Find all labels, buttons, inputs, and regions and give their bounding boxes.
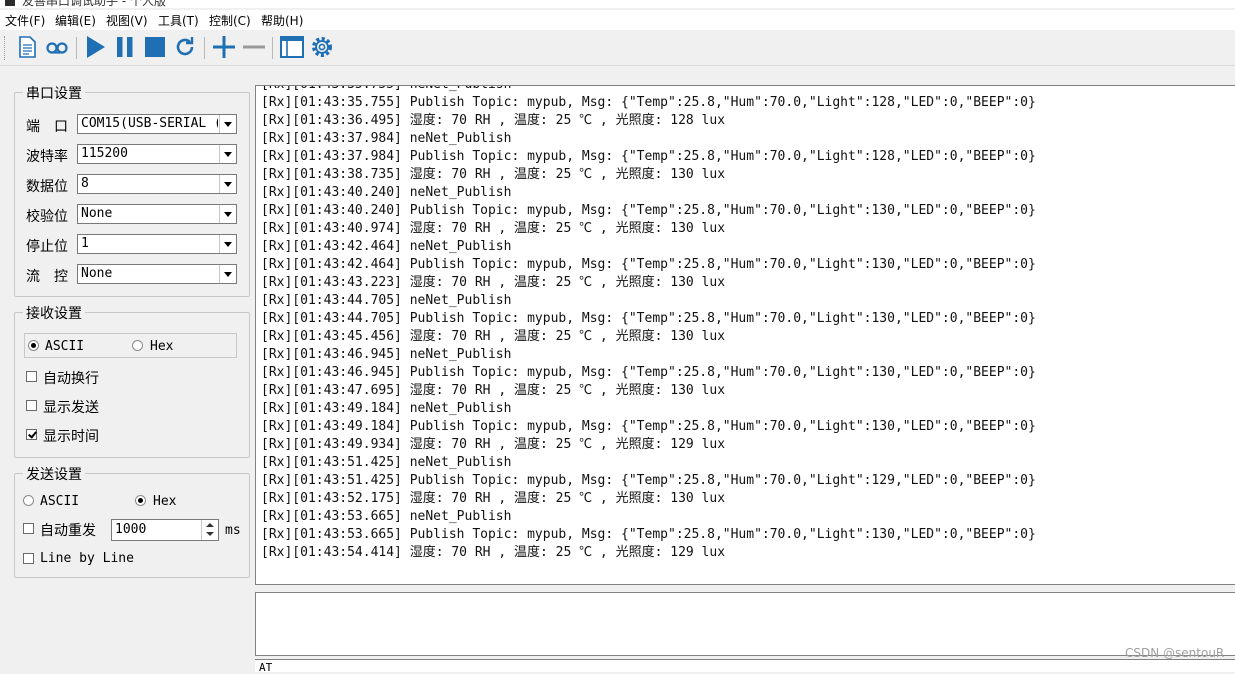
port-select[interactable]: COM15(USB-SERIAL ( xyxy=(77,114,237,134)
parity-select[interactable]: None xyxy=(77,204,237,224)
receive-hex-label[interactable]: Hex xyxy=(150,339,173,354)
line-by-line-label[interactable]: Line by Line xyxy=(40,551,134,566)
log-line: [Rx][01:43:40.974] 湿度: 70 RH , 温度: 25 ℃ … xyxy=(261,221,726,236)
send-history-field[interactable]: AT xyxy=(255,659,1235,674)
send-hex-radio[interactable] xyxy=(135,495,146,506)
log-line: [Rx][01:43:54.414] 湿度: 70 RH , 温度: 25 ℃ … xyxy=(261,545,726,560)
toolbar-grip[interactable] xyxy=(4,36,8,60)
log-line: [Rx][01:43:43.223] 湿度: 70 RH , 温度: 25 ℃ … xyxy=(261,275,726,290)
log-line: [Rx][01:43:42.464] neNet_Publish xyxy=(261,239,512,254)
stop-icon[interactable] xyxy=(142,34,168,60)
chevron-down-icon[interactable] xyxy=(219,205,236,223)
settings-icon[interactable] xyxy=(309,34,335,60)
flow-select[interactable]: None xyxy=(77,264,237,284)
toolbar-separator xyxy=(204,37,205,59)
log-line: [Rx][01:43:36.495] 湿度: 70 RH , 温度: 25 ℃ … xyxy=(261,113,726,128)
databits-label: 数据位 xyxy=(26,179,68,195)
window-title: 友善串口调试助手 - 个人版 xyxy=(22,0,166,8)
send-ascii-label[interactable]: ASCII xyxy=(40,494,79,509)
window-icon[interactable] xyxy=(279,34,305,60)
pause-icon[interactable] xyxy=(112,34,138,60)
log-line: [Rx][01:43:42.464] Publish Topic: mypub,… xyxy=(261,257,1036,272)
record-icon[interactable] xyxy=(44,34,70,60)
receive-log-lines: [Rx][01:43:35.755] neNet_Publish[Rx][01:… xyxy=(261,86,1036,562)
parity-label: 校验位 xyxy=(26,209,68,225)
show-time-label[interactable]: 显示时间 xyxy=(43,426,99,446)
resend-interval-stepper[interactable]: 1000 xyxy=(111,519,219,541)
log-line: [Rx][01:43:51.425] Publish Topic: mypub,… xyxy=(261,473,1036,488)
auto-wrap-label[interactable]: 自动换行 xyxy=(43,368,99,388)
log-line: [Rx][01:43:49.934] 湿度: 70 RH , 温度: 25 ℃ … xyxy=(261,437,726,452)
new-doc-icon[interactable] xyxy=(14,34,40,60)
toolbar xyxy=(0,31,1235,66)
log-line: [Rx][01:43:46.945] Publish Topic: mypub,… xyxy=(261,365,1036,380)
send-input-area[interactable] xyxy=(255,592,1235,656)
menu-help[interactable]: 帮助(H) xyxy=(261,12,303,29)
chevron-down-icon[interactable] xyxy=(219,265,236,283)
log-line: [Rx][01:43:53.665] neNet_Publish xyxy=(261,509,512,524)
add-icon[interactable] xyxy=(211,34,237,60)
menu-tools[interactable]: 工具(T) xyxy=(158,12,199,29)
chevron-down-icon[interactable] xyxy=(219,115,236,133)
send-hex-label[interactable]: Hex xyxy=(153,494,176,509)
menu-control[interactable]: 控制(C) xyxy=(209,12,251,29)
receive-log-area[interactable]: [Rx][01:43:35.755] neNet_Publish[Rx][01:… xyxy=(255,85,1235,585)
log-line: [Rx][01:43:40.240] Publish Topic: mypub,… xyxy=(261,203,1036,218)
log-line: [Rx][01:43:49.184] neNet_Publish xyxy=(261,401,512,416)
log-line: [Rx][01:43:52.175] 湿度: 70 RH , 温度: 25 ℃ … xyxy=(261,491,726,506)
show-send-checkbox[interactable] xyxy=(26,400,37,411)
baud-label: 波特率 xyxy=(26,149,68,165)
databits-select[interactable]: 8 xyxy=(77,174,237,194)
menu-bar: 文件(F) 编辑(E) 视图(V) 工具(T) 控制(C) 帮助(H) xyxy=(0,10,1235,30)
log-line: [Rx][01:43:53.665] Publish Topic: mypub,… xyxy=(261,527,1036,542)
log-line: [Rx][01:43:47.695] 湿度: 70 RH , 温度: 25 ℃ … xyxy=(261,383,726,398)
log-line: [Rx][01:43:44.705] neNet_Publish xyxy=(261,293,512,308)
auto-resend-label[interactable]: 自动重发 xyxy=(40,520,96,540)
show-send-label[interactable]: 显示发送 xyxy=(43,397,99,417)
refresh-icon[interactable] xyxy=(172,34,198,60)
send-settings-title: 发送设置 xyxy=(23,464,85,484)
chevron-down-icon[interactable] xyxy=(219,145,236,163)
minus-icon[interactable] xyxy=(241,34,267,60)
auto-wrap-checkbox[interactable] xyxy=(26,371,37,382)
receive-hex-radio[interactable] xyxy=(132,340,143,351)
auto-resend-checkbox[interactable] xyxy=(23,523,34,534)
log-line: [Rx][01:43:35.755] Publish Topic: mypub,… xyxy=(261,95,1036,110)
log-line: [Rx][01:43:49.184] Publish Topic: mypub,… xyxy=(261,419,1036,434)
menu-file[interactable]: 文件(F) xyxy=(5,12,45,29)
serial-settings-title: 串口设置 xyxy=(23,83,85,103)
log-line: [Rx][01:43:38.735] 湿度: 70 RH , 温度: 25 ℃ … xyxy=(261,167,726,182)
log-line: [Rx][01:43:40.240] neNet_Publish xyxy=(261,185,512,200)
watermark: CSDN @sentouR xyxy=(1125,646,1225,660)
send-ascii-radio[interactable] xyxy=(23,495,34,506)
receive-ascii-label[interactable]: ASCII xyxy=(45,339,84,354)
log-line: [Rx][01:43:35.755] neNet_Publish xyxy=(261,86,1036,94)
port-label: 端 口 xyxy=(26,119,68,135)
app-icon xyxy=(5,0,15,6)
menu-edit[interactable]: 编辑(E) xyxy=(55,12,96,29)
log-line: [Rx][01:43:46.945] neNet_Publish xyxy=(261,347,512,362)
receive-ascii-radio[interactable] xyxy=(28,340,39,351)
log-line: [Rx][01:43:45.456] 湿度: 70 RH , 温度: 25 ℃ … xyxy=(261,329,726,344)
flow-label: 流 控 xyxy=(26,269,68,285)
chevron-down-icon[interactable] xyxy=(219,235,236,253)
show-time-checkbox[interactable] xyxy=(26,429,37,440)
title-bar: 友善串口调试助手 - 个人版 xyxy=(0,0,1235,8)
log-line: [Rx][01:43:44.705] Publish Topic: mypub,… xyxy=(261,311,1036,326)
play-icon[interactable] xyxy=(82,34,108,60)
toolbar-separator xyxy=(272,37,273,59)
stopbits-label: 停止位 xyxy=(26,239,68,255)
receive-settings-title: 接收设置 xyxy=(23,303,85,323)
spin-arrows-icon[interactable] xyxy=(201,520,218,540)
log-line: [Rx][01:43:51.425] neNet_Publish xyxy=(261,455,512,470)
interval-unit: ms xyxy=(225,523,241,538)
stopbits-select[interactable]: 1 xyxy=(77,234,237,254)
line-by-line-checkbox[interactable] xyxy=(23,553,34,564)
log-line: [Rx][01:43:37.984] Publish Topic: mypub,… xyxy=(261,149,1036,164)
toolbar-separator xyxy=(76,37,77,59)
chevron-down-icon[interactable] xyxy=(219,175,236,193)
baud-select[interactable]: 115200 xyxy=(77,144,237,164)
log-line: [Rx][01:43:37.984] neNet_Publish xyxy=(261,131,512,146)
menu-view[interactable]: 视图(V) xyxy=(106,12,148,29)
